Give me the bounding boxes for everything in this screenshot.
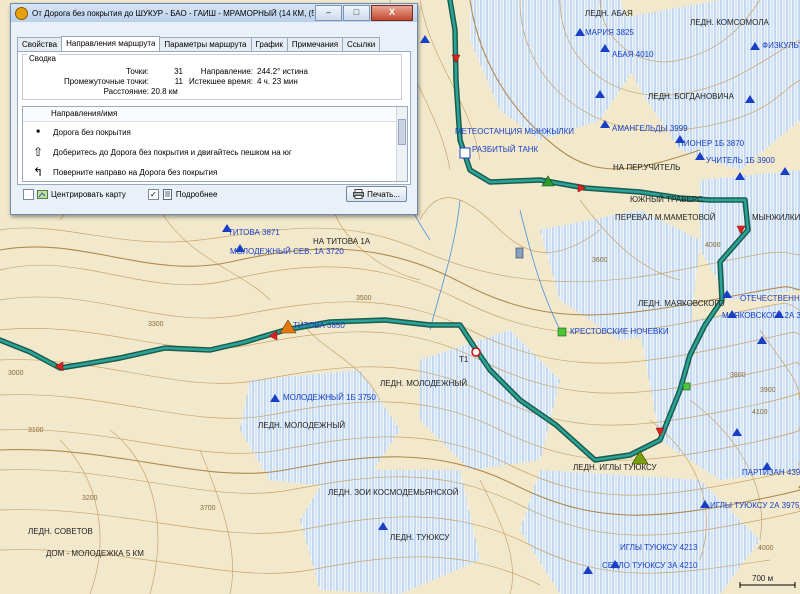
- map-label: ПЕРЕВАЛ М.МАМЕТОВОЙ: [615, 213, 716, 222]
- map-label: КРЕСТОВСКИЕ НОЧЕВКИ: [570, 327, 669, 336]
- map-label: ЛЕДН. МАЯКОВСКОГО: [638, 299, 725, 308]
- list-scrollbar[interactable]: [396, 107, 407, 181]
- close-button[interactable]: X: [371, 5, 413, 21]
- map-label: РАЗБИТЫЙ ТАНК: [472, 145, 539, 154]
- directions-list[interactable]: Направления/имя ■ Дорога без покрытия ⇧ …: [22, 106, 408, 182]
- elevation-label: 3900: [760, 387, 776, 394]
- map-label: НА ПЕР.УЧИТЕЛЬ: [613, 163, 680, 172]
- map-label: ЛЕДН. АБАЯ: [585, 9, 633, 18]
- elapsed-label: Истекшее время:: [188, 77, 253, 86]
- list-item-text: Дорога без покрытия: [53, 127, 131, 137]
- map-label: ЛЕДН. ЗОИ КОСМОДЕМЬЯНСКОЙ: [328, 488, 459, 497]
- map-label: ЛЕДН. ИГЛЫ ТУЮКСУ: [573, 463, 658, 472]
- map-label: МЕТЕОСТАНЦИЯ МЫНЖЫЛКИ: [455, 127, 574, 136]
- summary-group: Сводка Точки: 31 Промежуточные точки: 11…: [22, 54, 402, 100]
- direction-value: 244.2° истина: [257, 67, 308, 76]
- map-label: СЕДЛО ТУЮКСУ 3А 4210: [602, 561, 698, 570]
- distance-label: Расстояние:: [103, 87, 149, 96]
- map-label: ПИОНЕР 1Б 3870: [678, 139, 745, 148]
- map-label: T1: [459, 355, 469, 364]
- map-label: ЛЕДН. ТУЮКСУ: [390, 533, 450, 542]
- list-item[interactable]: ↰ Поверните направо на Дорога без покрыт…: [23, 162, 407, 181]
- tab-graph[interactable]: График: [250, 37, 288, 51]
- summary-legend: Сводка: [27, 54, 59, 63]
- map-label: ЛЕДН. КОМСОМОЛА: [690, 18, 770, 27]
- map-label: ТИТОВА 3871: [228, 228, 280, 237]
- list-item-text: Поверните направо на Дорога без покрытия: [53, 167, 218, 177]
- elevation-label: 4000: [758, 545, 774, 552]
- maximize-button[interactable]: □: [343, 5, 370, 21]
- list-item[interactable]: ■ Дорога без покрытия: [23, 122, 407, 142]
- tab-properties[interactable]: Свойства: [17, 37, 63, 51]
- elevation-label: 3600: [592, 257, 608, 264]
- elevation-label: 3700: [200, 505, 216, 512]
- map-label: ИГЛЫ ТУЮКСУ 2А 3975: [710, 501, 800, 510]
- list-item-text: Доберитесь до Дорога без покрытия и двиг…: [53, 147, 292, 157]
- dialog-titlebar[interactable]: От Дорога без покрытия до ШУКУР - БАО - …: [11, 4, 417, 22]
- map-label: МЫНЖИЛКИ: [752, 213, 800, 222]
- map-label: ПАРТИЗАН 4390: [742, 468, 800, 477]
- list-item[interactable]: ⇧ Доберитесь до Дорога без покрытия и дв…: [23, 142, 407, 162]
- elevation-label: 3200: [82, 495, 98, 502]
- elevation-label: 3000: [8, 370, 24, 377]
- map-label: МАРИЯ 3825: [585, 28, 634, 37]
- tab-route-directions[interactable]: Направления маршрута: [61, 36, 161, 51]
- map-label: МОЛОДЕЖНЫЙ 1Б 3750: [283, 393, 376, 402]
- printer-icon: [353, 189, 365, 199]
- map-label: МАЯКОВСКОГО 2А 3950: [722, 311, 800, 320]
- tab-notes[interactable]: Примечания: [286, 37, 344, 51]
- tab-bar: Свойства Направления маршрута Параметры …: [17, 36, 381, 51]
- map-label: МОЛОДЕЖНЫЙ СЕВ. 1А 3720: [230, 247, 344, 256]
- points-label: Точки:: [126, 67, 149, 76]
- distance-value: 20.8 км: [151, 87, 178, 96]
- elevation-label: 3300: [148, 321, 164, 328]
- map-label: ЛЕДН. БОГДАНОВИЧА: [648, 92, 735, 101]
- center-map-checkbox[interactable]: [23, 188, 34, 200]
- scale-label: 700 м: [752, 574, 773, 583]
- direction-label: Направление:: [200, 67, 253, 76]
- scrollbar-thumb[interactable]: [398, 119, 406, 145]
- intermediate-label: Промежуточные точки:: [63, 77, 149, 86]
- map-label: УЧИТЕЛЬ 1Б 3900: [706, 156, 775, 165]
- tab-route-parameters[interactable]: Параметры маршрута: [159, 37, 252, 51]
- directions-header[interactable]: Направления/имя: [23, 107, 407, 122]
- print-label: Печать...: [367, 189, 400, 199]
- map-label: АМАНГЕЛЬДЫ 3999: [612, 124, 688, 133]
- tab-panel: Сводка Точки: 31 Промежуточные точки: 11…: [17, 51, 411, 185]
- elevation-label: 4000: [705, 242, 721, 249]
- elevation-label: 3800: [730, 372, 746, 379]
- map-label: ФИЗКУЛЬТ: [762, 41, 800, 50]
- map-label: ОТЕЧЕСТВЕННОЙ ВОЙН: [740, 294, 800, 303]
- map-label: ДОМ - МОЛОДЕЖКА 5 КМ: [46, 549, 144, 558]
- map-label: ЛЕДН. СОВЕТОВ: [28, 527, 93, 536]
- turn-icon: ↰: [32, 165, 44, 179]
- dialog-footer: Центрировать карту ✓ Подробнее Печать...: [23, 186, 407, 202]
- print-button[interactable]: Печать...: [346, 186, 407, 202]
- center-map-label[interactable]: Центрировать карту: [51, 190, 126, 199]
- map-label: ЮЖНЫЙ ТРАВЕРС: [630, 195, 703, 204]
- map-label: АБАЯ 4010: [612, 50, 654, 59]
- document-icon: [162, 188, 172, 200]
- route-properties-dialog[interactable]: От Дорога без покрытия до ШУКУР - БАО - …: [10, 3, 418, 215]
- map-label: ТИТОВА 3850: [293, 321, 345, 330]
- tab-links[interactable]: Ссылки: [342, 37, 381, 51]
- elevation-label: 3500: [356, 295, 372, 302]
- arrow-up-icon: ⇧: [32, 145, 44, 159]
- elevation-label: 4100: [752, 409, 768, 416]
- map-label: ЛЕДН. МОЛОДЕЖНЫЙ: [380, 379, 467, 388]
- map-label: НА ТИТОВА 1А: [313, 237, 371, 246]
- details-label[interactable]: Подробнее: [176, 190, 218, 199]
- elapsed-value: 4 ч. 23 мин: [257, 77, 298, 86]
- elevation-label: 3100: [28, 427, 44, 434]
- map-label: ИГЛЫ ТУЮКСУ 4213: [620, 543, 698, 552]
- waypoint-icon: ■: [36, 129, 40, 135]
- details-checkbox[interactable]: ✓: [147, 188, 159, 200]
- map-icon: [37, 189, 48, 199]
- app-icon: [15, 6, 28, 20]
- minimize-button[interactable]: –: [315, 5, 342, 21]
- map-label: ЛЕДН. МОЛОДЕЖНЫЙ: [258, 421, 345, 430]
- dialog-title: От Дорога без покрытия до ШУКУР - БАО - …: [32, 8, 314, 18]
